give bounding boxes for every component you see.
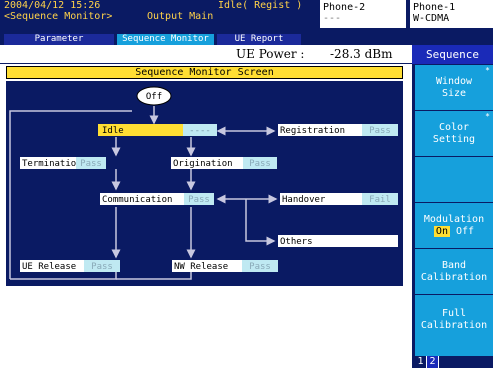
- tab-parameter[interactable]: Parameter: [4, 34, 114, 45]
- ue-power-value: -28.3 dBm: [330, 47, 393, 61]
- menu-pager: 12: [415, 356, 493, 368]
- modulation-label: Modulation: [423, 213, 485, 225]
- state-ue-release-status: Pass: [91, 262, 113, 272]
- band-calibration-button[interactable]: Band Calibration: [415, 248, 493, 294]
- state-others-label: Others: [280, 237, 313, 247]
- color-setting-button[interactable]: * Color Setting: [415, 110, 493, 156]
- state-termination-label: Termination: [22, 159, 82, 169]
- submenu-marker-icon: *: [485, 112, 490, 121]
- ue-power-label: UE Power :: [236, 47, 305, 61]
- sequence-diagram-svg: Off Idle ---- Registration Pass Terminat…: [9, 86, 398, 280]
- tab-sequence-monitor[interactable]: Sequence Monitor: [117, 34, 214, 45]
- phone1-label: Phone-1: [413, 2, 456, 13]
- phone1-value: W-CDMA: [413, 13, 450, 24]
- screen-name: <Sequence Monitor>: [4, 11, 113, 22]
- output-mode: Output Main: [147, 11, 214, 22]
- menu-title: Sequence: [412, 45, 493, 64]
- modulation-toggle: On Off: [415, 225, 493, 238]
- window-size-line2: Size: [441, 87, 467, 99]
- state-communication-label: Communication: [102, 195, 172, 205]
- state-ue-release-label: UE Release: [22, 262, 76, 272]
- state-registration-status: Pass: [369, 126, 391, 136]
- modulation-off: Off: [456, 225, 475, 237]
- phone2-label: Phone-2: [323, 2, 366, 13]
- modulation-on: On: [433, 225, 450, 237]
- color-setting-line1: Color: [438, 121, 470, 133]
- state-handover-status: Fail: [369, 195, 391, 205]
- state-registration-label: Registration: [280, 126, 345, 136]
- window-size-line1: Window: [435, 75, 473, 87]
- state-origination-label: Origination: [173, 159, 233, 169]
- phone2-panel: Phone-2 ---: [320, 0, 406, 28]
- call-state: Idle( Regist ): [218, 0, 303, 11]
- state-idle-status: ----: [189, 126, 211, 136]
- state-termination-status: Pass: [80, 159, 102, 169]
- modulation-toggle-button[interactable]: Modulation On Off: [415, 202, 493, 248]
- state-nw-release-label: NW Release: [174, 262, 228, 272]
- state-origination-status: Pass: [249, 159, 271, 169]
- state-idle-label: Idle: [102, 126, 124, 136]
- phone2-value: ---: [323, 13, 342, 24]
- page-1-button[interactable]: 1: [415, 356, 427, 368]
- submenu-marker-icon: *: [485, 66, 490, 75]
- full-calibration-line2: Calibration: [420, 319, 488, 331]
- state-handover-label: Handover: [282, 195, 326, 205]
- band-calibration-line1: Band: [441, 259, 467, 271]
- state-nw-release-status: Pass: [249, 262, 271, 272]
- full-calibration-button[interactable]: Full Calibration: [415, 294, 493, 344]
- window-size-button[interactable]: * Window Size: [415, 64, 493, 110]
- screen-title: Sequence Monitor Screen: [6, 66, 403, 79]
- tab-ue-report[interactable]: UE Report: [217, 34, 301, 45]
- sequence-diagram: Off Idle ---- Registration Pass Terminat…: [6, 81, 403, 286]
- empty-menu-button-1[interactable]: [415, 156, 493, 202]
- phone1-panel: Phone-1 W-CDMA: [410, 0, 493, 28]
- full-calibration-line1: Full: [441, 307, 467, 319]
- page-2-button[interactable]: 2: [427, 356, 439, 368]
- state-communication-status: Pass: [188, 195, 210, 205]
- datetime: 2004/04/12 15:26: [4, 0, 101, 11]
- band-calibration-line2: Calibration: [420, 271, 488, 283]
- state-off-label: Off: [146, 92, 162, 102]
- color-setting-line2: Setting: [432, 133, 476, 145]
